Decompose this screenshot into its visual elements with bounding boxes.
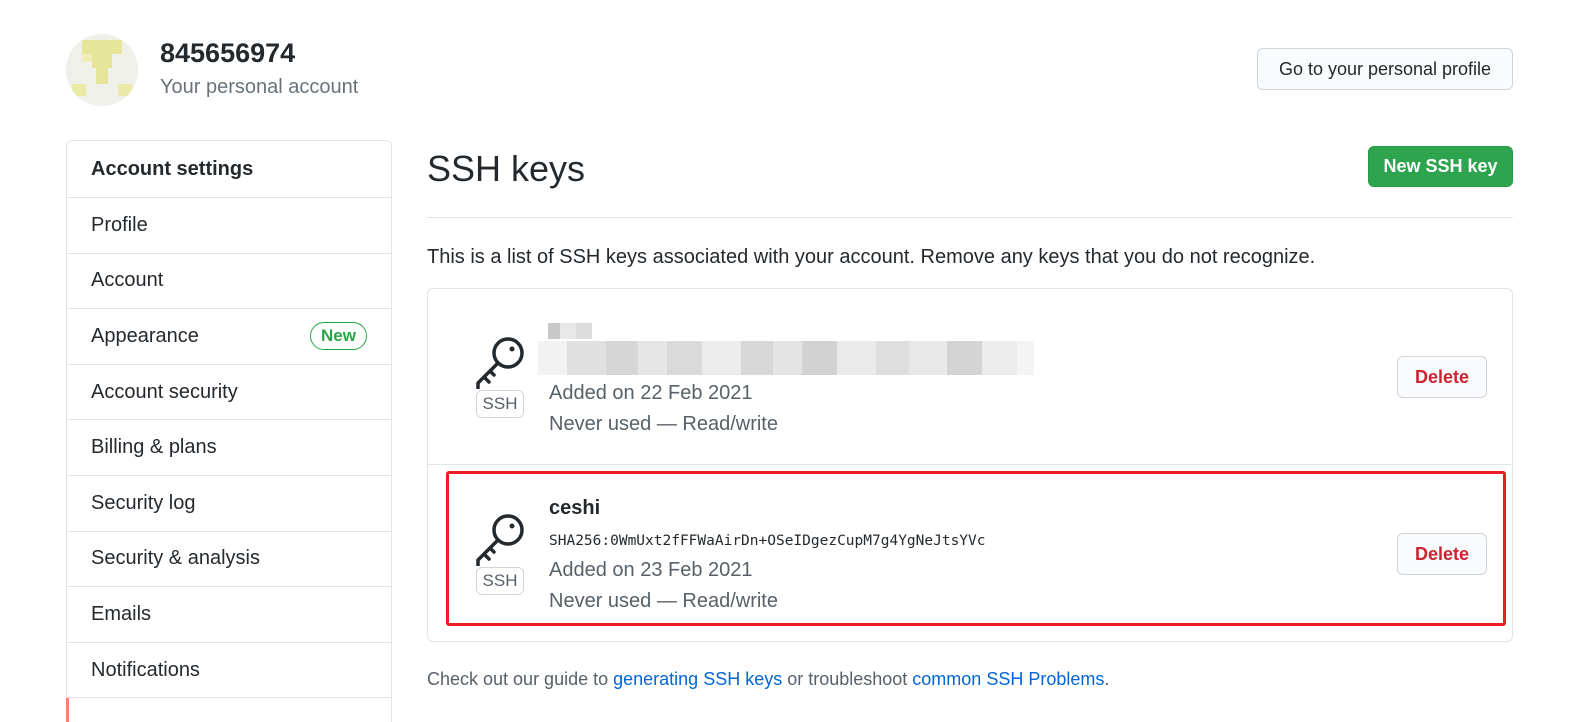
help-footer: Check out our guide to generating SSH ke… [427,669,1109,690]
settings-sidebar: Account settings Profile Account Appeara… [66,140,392,722]
key-usage: Never used — Read/write [549,413,778,435]
sidebar-item-label: Account security [91,380,238,403]
sidebar-item-profile[interactable]: Profile [67,198,391,254]
go-to-profile-button[interactable]: Go to your personal profile [1257,48,1513,90]
key-added-date: Added on 23 Feb 2021 [549,559,753,581]
footer-middle: or troubleshoot [782,669,913,689]
key-icon [476,337,524,389]
sidebar-item-account-security[interactable]: Account security [67,365,391,421]
sidebar-item-label: Account [91,269,164,292]
common-ssh-problems-link[interactable]: common SSH Problems [912,669,1104,689]
account-name: 845656974 [160,38,296,68]
key-fingerprint: SHA256:0WmUxt2fFFWaAirDn+OSeIDgezCupM7g4… [549,533,986,549]
ssh-key-row: SSH ceshi SHA256:0WmUxt2fFFWaAirDn+OSeID… [428,466,1512,642]
key-added-date: Added on 22 Feb 2021 [549,382,753,404]
sidebar-item-account[interactable]: Account [67,254,391,310]
key-usage: Never used — Read/write [549,590,778,612]
sidebar-item-label: Appearance [91,324,199,347]
account-subtitle: Your personal account [160,76,359,98]
sidebar-item-appearance[interactable]: Appearance New [67,309,391,365]
new-badge: New [310,322,367,351]
avatar[interactable] [66,34,138,106]
key-title: ceshi [549,497,601,519]
sidebar-item-label: Notifications [91,658,200,681]
footer-prefix: Check out our guide to [427,669,614,689]
sidebar-heading: Account settings [67,141,391,198]
page-title: SSH keys [427,148,586,189]
sidebar-item-billing[interactable]: Billing & plans [67,420,391,476]
sidebar-selected-indicator [66,698,69,722]
ssh-keys-list: SSH Added on 22 Feb 2021 Never used — Re… [427,288,1513,642]
sidebar-item-label: Emails [91,602,152,625]
new-ssh-key-button[interactable]: New SSH key [1368,146,1513,187]
sidebar-item-label: Profile [91,213,148,236]
delete-key-button[interactable]: Delete [1397,356,1487,398]
sidebar-item-label: Security & analysis [91,547,260,570]
sidebar-item-label: Security log [91,491,196,514]
sidebar-item-label: Billing & plans [91,436,217,459]
ssh-type-label: SSH [476,567,524,595]
generating-ssh-keys-link[interactable]: generating SSH keys [613,669,782,689]
intro-text: This is a list of SSH keys associated wi… [427,246,1316,268]
key-icon [476,514,524,566]
footer-suffix: . [1104,669,1110,689]
delete-key-button[interactable]: Delete [1397,533,1487,575]
sidebar-item-security-analysis[interactable]: Security & analysis [67,532,391,588]
ssh-key-row: SSH Added on 22 Feb 2021 Never used — Re… [428,289,1512,465]
settings-page: 845656974 Your personal account Go to yo… [0,0,1593,722]
sidebar-item-security-log[interactable]: Security log [67,476,391,532]
redacted-fingerprint [538,341,1034,375]
sidebar-item-emails[interactable]: Emails [67,587,391,643]
title-divider [427,217,1513,218]
redacted-title [548,323,592,339]
sidebar-item-notifications[interactable]: Notifications [67,643,391,699]
ssh-type-label: SSH [476,390,524,418]
